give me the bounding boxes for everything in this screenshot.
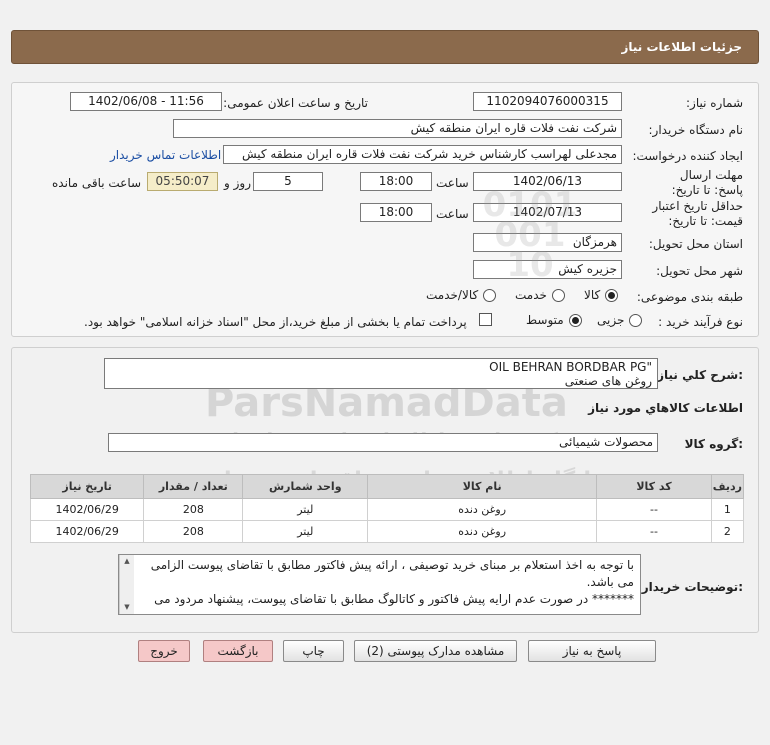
summary-line-2: روغن های صنعتی <box>564 374 652 388</box>
cell-date: 1402/06/29 <box>29 520 145 543</box>
cell-unit: لیتر <box>242 498 369 521</box>
need-number-field: 1102094076000315 <box>473 92 622 111</box>
cell-name: روغن دنده <box>367 498 598 521</box>
buyer-notes-label: توضیحات خریدار: <box>641 580 743 594</box>
deadline-label-text: مهلت ارسال پاسخ: تا تاریخ: <box>671 168 743 197</box>
cell-row: 2 <box>710 520 745 543</box>
need-number-label: شماره نیاز: <box>686 96 743 110</box>
items-table: ردیف کد کالا نام کالا واحد شمارش تعداد /… <box>29 474 745 543</box>
process-option-minor[interactable]: جزیی <box>597 313 643 327</box>
col-name: نام کالا <box>367 474 598 499</box>
reply-button[interactable]: پاسخ به نیاز <box>528 640 656 662</box>
goods-group-label: گروه کالا: <box>684 437 743 451</box>
deadline-date-field: 1402/06/13 <box>473 172 622 191</box>
notes-line-3: ******* در صورت عدم ارایه پیش فاکتور و ک… <box>154 592 634 606</box>
col-unit: واحد شمارش <box>242 474 369 499</box>
process-label: نوع فرآیند خرید : <box>658 315 743 329</box>
creator-label: ایجاد کننده درخواست: <box>632 149 743 163</box>
announce-label: تاریخ و ساعت اعلان عمومی: <box>223 96 368 110</box>
category-option-goods[interactable]: کالا <box>584 288 619 302</box>
table-row: 1 -- روغن دنده لیتر 208 1402/06/29 <box>29 498 745 521</box>
category-option-both[interactable]: کالا/خدمت <box>426 288 497 302</box>
process-radio-minor[interactable] <box>629 313 643 327</box>
col-qty: تعداد / مقدار <box>143 474 244 499</box>
buyer-contact-link[interactable]: اطلاعات تماس خریدار <box>110 148 221 162</box>
cell-qty: 208 <box>143 520 244 543</box>
treasury-payment-note: پرداخت تمام یا بخشی از مبلغ خرید،از محل … <box>84 315 467 329</box>
summary-field: OIL BEHRAN BORDBAR PG" روغن های صنعتی <box>104 358 658 389</box>
deadline-label: مهلت ارسال پاسخ: تا تاریخ: <box>653 168 743 198</box>
cell-name: روغن دنده <box>367 520 598 543</box>
process-option-medium-label: متوسط <box>526 313 564 327</box>
cell-row: 1 <box>710 498 745 521</box>
notes-line-1: با توجه به اخذ استعلام بر مبنای خرید توص… <box>150 558 634 572</box>
back-button[interactable]: بازگشت <box>203 640 273 662</box>
notes-line-2: می باشد. <box>586 575 634 589</box>
page-title: جزئیات اطلاعات نیاز <box>621 40 742 54</box>
buyer-notes-box[interactable]: با توجه به اخذ استعلام بر مبنای خرید توص… <box>118 554 641 615</box>
validity-time-field: 18:00 <box>360 203 432 222</box>
validity-date-field: 1402/07/13 <box>473 203 622 222</box>
goods-info-title: اطلاعات کالاهاي مورد نياز <box>588 401 743 415</box>
category-radio-both[interactable] <box>483 288 497 302</box>
items-table-header: ردیف کد کالا نام کالا واحد شمارش تعداد /… <box>29 474 745 499</box>
goods-group-field: محصولات شیمیائی <box>108 433 658 452</box>
province-label: استان محل تحویل: <box>648 237 743 251</box>
deadline-time-field: 18:00 <box>360 172 432 191</box>
category-option-service[interactable]: خدمت <box>515 288 565 302</box>
notes-scrollbar[interactable]: ▲ ▼ <box>119 555 134 614</box>
remaining-time-display: 05:50:07 <box>147 172 218 191</box>
remaining-label: ساعت باقی مانده <box>52 176 142 190</box>
cell-qty: 208 <box>143 498 244 521</box>
category-radio-service[interactable] <box>551 288 565 302</box>
process-option-medium[interactable]: متوسط <box>526 313 582 327</box>
category-radio-goods[interactable] <box>605 288 619 302</box>
items-table-wrapper: ردیف کد کالا نام کالا واحد شمارش تعداد /… <box>29 474 745 543</box>
validity-label-text: حداقل تاریخ اعتبار قیمت: تا تاریخ: <box>652 199 743 228</box>
cell-code: -- <box>596 498 712 521</box>
province-field: هرمزگان <box>473 233 622 252</box>
page-header: جزئیات اطلاعات نیاز <box>11 30 759 64</box>
announce-field: 1402/06/08 - 11:56 <box>70 92 222 111</box>
cell-unit: لیتر <box>242 520 369 543</box>
col-date: تاریخ نیاز <box>29 474 145 499</box>
creator-field: مجدعلی لهراسب کارشناس خرید شرکت نفت فلات… <box>223 145 622 164</box>
col-code: کد کالا <box>596 474 712 499</box>
category-option-both-label: کالا/خدمت <box>426 288 479 302</box>
city-field: جزیره کیش <box>473 260 622 279</box>
view-attachments-button[interactable]: مشاهده مدارک پیوستی (2) <box>354 640 517 662</box>
scroll-down-icon[interactable]: ▼ <box>120 601 134 613</box>
buyer-label: نام دستگاه خریدار: <box>648 123 744 137</box>
print-button[interactable]: چاپ <box>283 640 344 662</box>
days-field: 5 <box>253 172 323 191</box>
city-label: شهر محل تحویل: <box>656 264 743 278</box>
summary-label: شرح کلي نياز: <box>657 368 743 382</box>
treasury-payment-checkbox[interactable] <box>479 313 492 326</box>
days-label: روز و <box>224 176 251 190</box>
process-radio-medium[interactable] <box>568 313 582 327</box>
deadline-time-label: ساعت <box>436 176 469 190</box>
cell-code: -- <box>596 520 712 543</box>
col-row: ردیف <box>710 474 745 499</box>
buyer-field: شرکت نفت فلات قاره ایران منطقه کیش <box>173 119 622 138</box>
cell-date: 1402/06/29 <box>29 498 145 521</box>
summary-line-1: OIL BEHRAN BORDBAR PG" <box>489 360 652 374</box>
process-option-minor-label: جزیی <box>597 313 625 327</box>
table-row: 2 -- روغن دنده لیتر 208 1402/06/29 <box>29 520 745 543</box>
category-option-goods-label: کالا <box>584 288 601 302</box>
category-label: طبقه بندی موضوعی: <box>636 290 743 304</box>
validity-label: حداقل تاریخ اعتبار قیمت: تا تاریخ: <box>648 199 743 229</box>
scroll-up-icon[interactable]: ▲ <box>120 555 134 567</box>
validity-time-label: ساعت <box>436 207 469 221</box>
category-option-service-label: خدمت <box>515 288 547 302</box>
exit-button[interactable]: خروج <box>138 640 190 662</box>
